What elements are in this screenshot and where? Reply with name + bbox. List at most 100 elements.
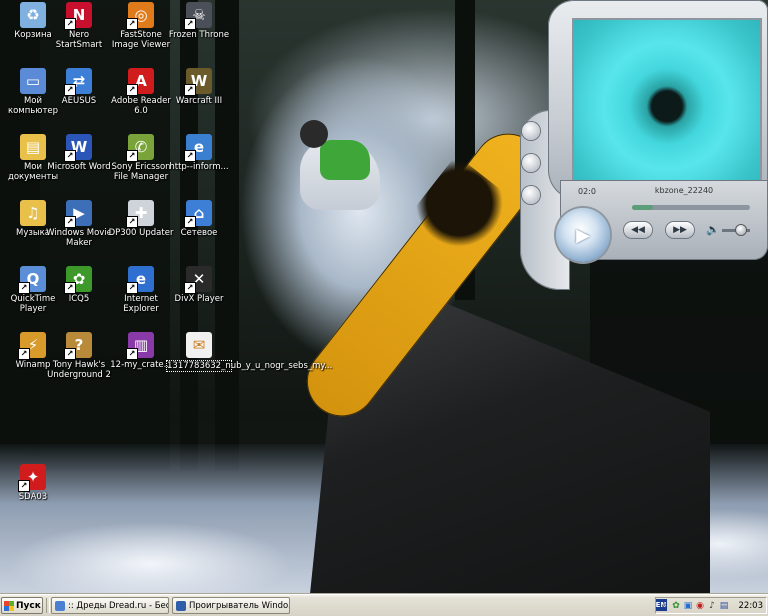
desktop-icon-label: DivX Player [174,294,224,304]
tony-hawk-icon: ? ↗ [64,332,92,360]
desktop-icon-label: Internet Explorer [123,294,159,314]
taskbar-button-browser[interactable]: :: Дреды Dread.ru - Бес [51,597,169,614]
desktop-icon-nero[interactable]: N ↗ Nero StartSmart [46,2,112,50]
shortcut-arrow-icon: ↗ [184,282,196,294]
winamp-icon: ⚡ ↗ [18,332,46,360]
desktop-icon-divx-player[interactable]: ✕ ↗ DivX Player [166,266,232,304]
browser-icon [55,600,65,611]
shortcut-arrow-icon: ↗ [64,216,76,228]
winrar-archive-icon: ▥ ↗ [126,332,154,360]
desktop-icon-file[interactable]: ✉ 1317783632_nub_y_u_nogr_sebs_my... [166,332,332,372]
player-side-button-2[interactable] [522,154,540,172]
desktop-icon-sda[interactable]: ✦ ↗ SDA03 [0,464,66,502]
player-side-button-1[interactable] [522,122,540,140]
shortcut-arrow-icon: ↗ [126,348,138,360]
previous-icon: ◀◀ [631,225,645,235]
network-icon: ⇄ ↗ [64,68,92,96]
previous-button[interactable]: ◀◀ [624,222,652,238]
tray-arrow-icon[interactable]: « [659,601,669,611]
desktop-icon-label: FastStone Image Viewer [111,30,171,50]
taskbar-button-label: :: Дреды Dread.ru - Бес [68,600,169,611]
desktop-icon-label: 1317783632_nub_y_u_nogr_sebs_my... [166,360,332,372]
media-player-window[interactable]: 02:0 kbzone_22240 ▶ ◀◀ ▶▶ 🔈 [520,0,768,290]
taskbar-separator [46,598,50,613]
speaker-icon: 🔈 [706,223,720,236]
start-button-label: Пуск [16,600,41,611]
desktop-icon-label: DP300 Updater [108,228,174,238]
desktop-icon-label: Сетевое [180,228,218,238]
icq-tray-icon[interactable]: ✿ [671,601,681,611]
player-side-button-3[interactable] [522,186,540,204]
desktop-icon-label: SDA03 [18,492,48,502]
desktop-icon-network-places[interactable]: ⌂ ↗ Сетевое [166,200,232,238]
play-button[interactable]: ▶ [556,208,610,262]
start-button[interactable]: Пуск [1,597,43,614]
network-tray-icon[interactable]: ▣ [683,601,693,611]
shortcut-arrow-icon: ↗ [184,216,196,228]
sony-ericsson-icon: ✆ ↗ [126,134,154,162]
desktop-icon-internet-shortcut[interactable]: e ↗ http--inform... [166,134,232,172]
shortcut-arrow-icon: ↗ [18,348,30,360]
desktop-icon-winrar-archive[interactable]: ▥ ↗ 12-my_crate... [108,332,174,370]
sda-icon: ✦ ↗ [18,464,46,492]
shortcut-arrow-icon: ↗ [126,18,138,30]
my-computer-icon: ▭ [20,68,46,94]
desktop-icon-word[interactable]: W ↗ Microsoft Word [46,134,112,172]
desktop-icon-label: http--inform... [169,162,229,172]
movie-maker-icon: ▶ ↗ [64,200,92,228]
shortcut-arrow-icon: ↗ [18,282,30,294]
desktop-icon-dp300-updater[interactable]: ✚ ↗ DP300 Updater [108,200,174,238]
visualization-screen [572,18,762,188]
clock: 22:03 [738,600,764,611]
shortcut-arrow-icon: ↗ [184,18,196,30]
shortcut-arrow-icon: ↗ [64,150,76,162]
seek-bar[interactable] [632,205,750,210]
desktop-icon-network[interactable]: ⇄ ↗ AEUSUS [46,68,112,106]
shortcut-arrow-icon: ↗ [184,150,196,162]
taskbar-button-label: Проигрыватель Windo... [189,600,290,611]
desktop-icon-internet-explorer[interactable]: e ↗ Internet Explorer [108,266,174,314]
desktop-icon-movie-maker[interactable]: ▶ ↗ Windows Movie Maker [46,200,112,248]
next-icon: ▶▶ [673,225,687,235]
desktop-icon-warcraft[interactable]: W ↗ Warcraft III [166,68,232,106]
internet-shortcut-icon: e ↗ [184,134,212,162]
shortcut-arrow-icon: ↗ [126,150,138,162]
volume-tray-icon[interactable]: ♪ [707,601,717,611]
desktop-icon-label: Frozen Throne [168,30,230,40]
next-button[interactable]: ▶▶ [666,222,694,238]
volume-knob[interactable] [736,225,747,235]
antivirus-tray-icon[interactable]: ◉ [695,601,705,611]
internet-explorer-icon: e ↗ [126,266,154,294]
frozen-throne-icon: ☠ ↗ [184,2,212,30]
desktop-icon-icq[interactable]: ✿ ↗ ICQ5 [46,266,112,304]
desktop-icon-tony-hawk[interactable]: ? ↗ Tony Hawk's Underground 2 [46,332,112,380]
warcraft-icon: W ↗ [184,68,212,96]
word-icon: W ↗ [64,134,92,162]
device-tray-icon[interactable]: ▤ [719,601,729,611]
play-icon: ▶ [576,224,590,246]
windows-logo-icon [4,600,14,611]
desktop-icon-sony-ericsson[interactable]: ✆ ↗ Sony Ericsson File Manager [108,134,174,182]
shortcut-arrow-icon: ↗ [126,282,138,294]
seek-bar-fill [632,205,654,210]
desktop-icon-label: 12-my_crate... [110,360,172,370]
recycle-bin-icon: ♻ [20,2,46,28]
snowboarder-head [300,120,328,148]
file-icon: ✉ [186,332,212,358]
volume-control[interactable]: 🔈 [706,222,752,238]
desktop-icon-adobe-reader[interactable]: A ↗ Adobe Reader 6.0 [108,68,174,116]
shortcut-arrow-icon: ↗ [64,348,76,360]
icq-icon: ✿ ↗ [64,266,92,294]
desktop-icon-label: Nero StartSmart [55,30,103,50]
quicktime-icon: Q ↗ [18,266,46,294]
desktop-icon-faststone[interactable]: ◎ ↗ FastStone Image Viewer [108,2,174,50]
taskbar-button-media-player[interactable]: Проигрыватель Windo... [172,597,290,614]
desktop-icon-label: Adobe Reader 6.0 [111,96,171,116]
desktop-icon-frozen-throne[interactable]: ☠ ↗ Frozen Throne [166,2,232,40]
desktop-icon-label: Tony Hawk's Underground 2 [47,360,111,380]
shortcut-arrow-icon: ↗ [184,84,196,96]
nero-icon: N ↗ [64,2,92,30]
media-player-icon [176,600,186,611]
desktop-icon-label: Microsoft Word [47,162,111,172]
dp300-updater-icon: ✚ ↗ [126,200,154,228]
